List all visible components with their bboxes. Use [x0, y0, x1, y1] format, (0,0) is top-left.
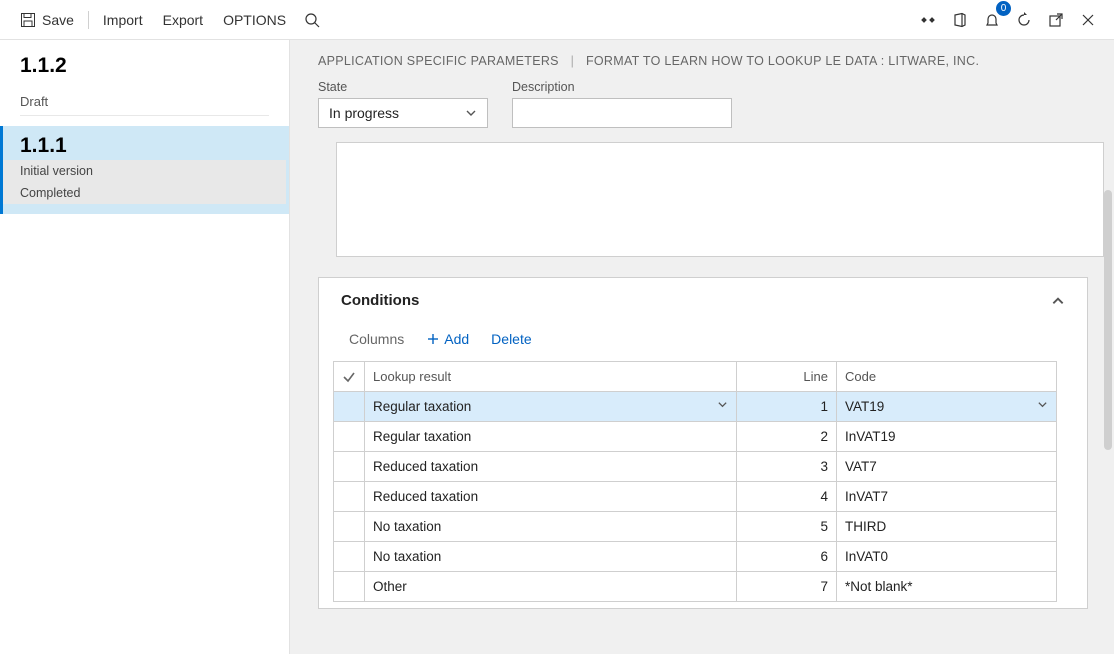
conditions-panel: Conditions Columns Add Delete — [318, 277, 1088, 609]
table-row[interactable]: No taxation6InVAT0 — [334, 542, 1057, 572]
row-check[interactable] — [334, 482, 365, 512]
version-title: 1.1.1 — [20, 134, 269, 160]
cell-lookup[interactable]: Other — [365, 572, 737, 602]
version-sub: Completed — [3, 182, 286, 204]
collapse-button[interactable] — [1051, 294, 1065, 308]
row-check[interactable] — [334, 542, 365, 572]
cell-lookup[interactable]: No taxation — [365, 542, 737, 572]
cell-lookup[interactable]: Reduced taxation — [365, 452, 737, 482]
cell-lookup[interactable]: Regular taxation — [365, 392, 737, 422]
table-row[interactable]: Reduced taxation3VAT7 — [334, 452, 1057, 482]
main-panel: APPLICATION SPECIFIC PARAMETERS | FORMAT… — [290, 40, 1114, 654]
add-button[interactable]: Add — [426, 331, 469, 347]
table-row[interactable]: Other7*Not blank* — [334, 572, 1057, 602]
cell-lookup[interactable]: Reduced taxation — [365, 482, 737, 512]
breadcrumb-a: APPLICATION SPECIFIC PARAMETERS — [318, 54, 559, 68]
version-title: 1.1.2 — [20, 54, 269, 84]
cell-code[interactable]: THIRD — [837, 512, 1057, 542]
state-select[interactable]: In progress — [318, 98, 488, 128]
conditions-title: Conditions — [341, 292, 419, 309]
notification-button[interactable]: 0 — [976, 4, 1008, 36]
scrollbar[interactable] — [1104, 190, 1112, 450]
cell-code[interactable]: InVAT0 — [837, 542, 1057, 572]
sidebar-version-2[interactable]: 1.1.1 Initial version Completed — [0, 126, 289, 214]
conditions-table: Lookup result Line Code Regular taxation… — [333, 361, 1057, 602]
col-code[interactable]: Code — [837, 362, 1057, 392]
save-label: Save — [42, 12, 74, 28]
sidebar-version-1[interactable]: 1.1.2 Draft — [0, 46, 289, 126]
popout-icon — [1048, 12, 1064, 28]
row-check[interactable] — [334, 452, 365, 482]
refresh-icon — [1016, 12, 1032, 28]
columns-button[interactable]: Columns — [349, 331, 404, 347]
row-check[interactable] — [334, 572, 365, 602]
connect-icon — [920, 12, 936, 28]
row-check[interactable] — [334, 392, 365, 422]
chevron-up-icon — [1051, 294, 1065, 308]
cell-code[interactable]: InVAT19 — [837, 422, 1057, 452]
export-button[interactable]: Export — [153, 4, 213, 36]
cell-line[interactable]: 7 — [737, 572, 837, 602]
search-button[interactable] — [296, 4, 328, 36]
cell-line[interactable]: 3 — [737, 452, 837, 482]
cell-line[interactable]: 1 — [737, 392, 837, 422]
export-label: Export — [163, 12, 203, 28]
breadcrumb: APPLICATION SPECIFIC PARAMETERS | FORMAT… — [318, 54, 1086, 68]
col-check[interactable] — [334, 362, 365, 392]
import-button[interactable]: Import — [93, 4, 153, 36]
version-sidebar: 1.1.2 Draft 1.1.1 Initial version Comple… — [0, 40, 290, 654]
cell-line[interactable]: 6 — [737, 542, 837, 572]
office-icon — [952, 12, 968, 28]
cell-lookup[interactable]: No taxation — [365, 512, 737, 542]
table-row[interactable]: Reduced taxation4InVAT7 — [334, 482, 1057, 512]
row-check[interactable] — [334, 422, 365, 452]
breadcrumb-b: FORMAT TO LEARN HOW TO LOOKUP LE DATA : … — [586, 54, 979, 68]
toolbar: Save Import Export OPTIONS 0 — [0, 0, 1114, 40]
cell-line[interactable]: 4 — [737, 482, 837, 512]
refresh-button[interactable] — [1008, 4, 1040, 36]
description-label: Description — [512, 80, 732, 94]
plus-icon — [426, 332, 440, 346]
check-icon — [342, 370, 356, 384]
popout-button[interactable] — [1040, 4, 1072, 36]
state-label: State — [318, 80, 488, 94]
cell-lookup[interactable]: Regular taxation — [365, 422, 737, 452]
description-input[interactable] — [512, 98, 732, 128]
breadcrumb-separator: | — [571, 54, 575, 68]
save-icon — [20, 12, 36, 28]
notification-badge: 0 — [996, 1, 1011, 16]
import-label: Import — [103, 12, 143, 28]
options-label: OPTIONS — [223, 12, 286, 28]
version-sub: Initial version — [3, 160, 286, 182]
save-button[interactable]: Save — [10, 4, 84, 36]
state-value: In progress — [329, 105, 399, 121]
office-button[interactable] — [944, 4, 976, 36]
table-row[interactable]: Regular taxation1VAT19 — [334, 392, 1057, 422]
add-label: Add — [444, 331, 469, 347]
col-lookup[interactable]: Lookup result — [365, 362, 737, 392]
options-button[interactable]: OPTIONS — [213, 4, 296, 36]
col-line[interactable]: Line — [737, 362, 837, 392]
search-icon — [304, 12, 320, 28]
toolbar-separator — [88, 11, 89, 29]
cell-code[interactable]: VAT19 — [837, 392, 1057, 422]
upper-panel — [336, 142, 1104, 257]
close-button[interactable] — [1072, 4, 1104, 36]
chevron-down-icon — [465, 107, 477, 119]
connect-button[interactable] — [912, 4, 944, 36]
cell-code[interactable]: InVAT7 — [837, 482, 1057, 512]
row-check[interactable] — [334, 512, 365, 542]
version-status: Draft — [20, 84, 269, 116]
cell-code[interactable]: *Not blank* — [837, 572, 1057, 602]
cell-line[interactable]: 2 — [737, 422, 837, 452]
delete-button[interactable]: Delete — [491, 331, 531, 347]
cell-code[interactable]: VAT7 — [837, 452, 1057, 482]
cell-line[interactable]: 5 — [737, 512, 837, 542]
table-row[interactable]: Regular taxation2InVAT19 — [334, 422, 1057, 452]
table-row[interactable]: No taxation5THIRD — [334, 512, 1057, 542]
close-icon — [1080, 12, 1096, 28]
